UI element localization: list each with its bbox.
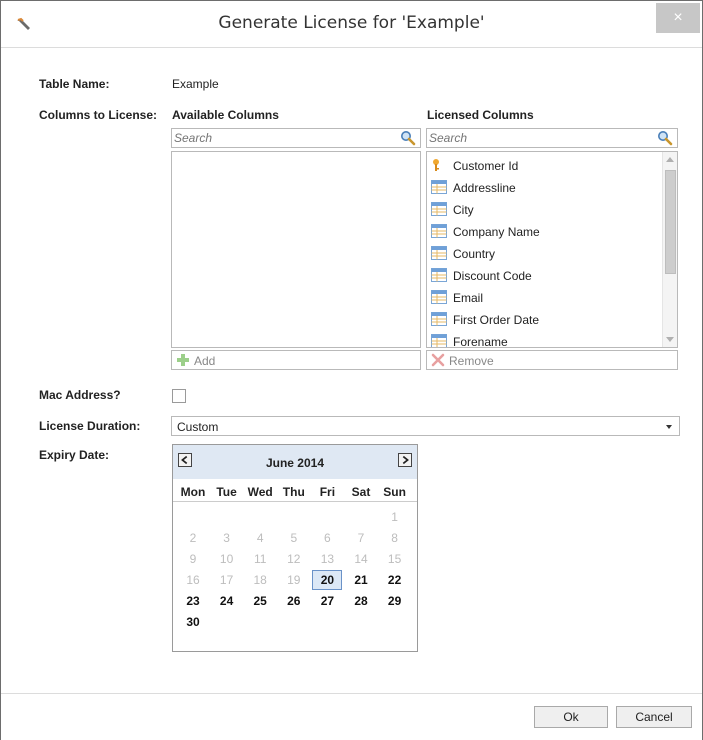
- title-bar: Generate License for 'Example' ×: [1, 1, 702, 48]
- license-duration-value: Custom: [177, 420, 219, 434]
- column-icon: [431, 334, 447, 347]
- available-columns-list[interactable]: [171, 151, 421, 348]
- available-columns-header: Available Columns: [172, 108, 279, 122]
- column-icon: [431, 180, 447, 194]
- calendar-day: 18: [253, 573, 267, 587]
- search-icon[interactable]: [400, 130, 416, 146]
- add-button-label: Add: [194, 354, 216, 368]
- calendar-day[interactable]: 20: [312, 570, 343, 590]
- calendar-month-label: June 2014: [265, 456, 325, 470]
- column-icon: [431, 224, 447, 238]
- licensed-column-label: Company Name: [453, 225, 540, 239]
- calendar-day: 11: [253, 552, 267, 566]
- column-icon: [431, 290, 447, 304]
- calendar-day: 13: [320, 552, 335, 566]
- calendar-day: 14: [354, 552, 368, 566]
- mac-address-checkbox[interactable]: [172, 389, 186, 403]
- licensed-column-label: Forename: [453, 335, 508, 348]
- calendar-day[interactable]: 28: [346, 591, 376, 611]
- calendar-day: 1: [391, 510, 398, 524]
- expiry-date-calendar: June 2014 Mon Tue Wed Thu Fri Sat Sun 12345678…: [172, 444, 418, 652]
- calendar-day: 15: [387, 552, 402, 566]
- calendar-day: 6: [324, 531, 331, 545]
- dialog-title: Generate License for 'Example': [218, 13, 485, 33]
- weekday-label: Wed: [247, 485, 273, 499]
- licensed-column-label: Customer Id: [453, 159, 519, 173]
- weekday-label: Fri: [319, 485, 336, 499]
- calendar-day: 7: [357, 531, 365, 545]
- chevron-down-icon: [666, 425, 672, 429]
- mac-address-label: Mac Address?: [39, 388, 121, 402]
- calendar-day: 8: [391, 531, 398, 545]
- scroll-up-icon[interactable]: [666, 157, 674, 162]
- weekday-label: Thu: [282, 485, 305, 499]
- calendar-day[interactable]: 25: [245, 591, 275, 611]
- weekday-label: Mon: [180, 485, 206, 499]
- calendar-day[interactable]: 24: [212, 591, 242, 611]
- licensed-search-field[interactable]: [426, 128, 678, 148]
- weekday-label: Tue: [216, 485, 237, 499]
- calendar-day[interactable]: 27: [312, 591, 342, 611]
- calendar-day[interactable]: 22: [380, 570, 410, 590]
- column-icon: [431, 246, 447, 260]
- calendar-day: 9: [189, 552, 197, 566]
- plus-icon: [177, 354, 189, 366]
- next-month-button[interactable]: [398, 453, 412, 467]
- licensed-column-label: First Order Date: [453, 313, 540, 327]
- remove-button-label: Remove: [449, 354, 494, 368]
- remove-button[interactable]: Remove: [426, 350, 678, 370]
- calendar-day: 5: [290, 531, 298, 545]
- column-icon: [431, 312, 447, 326]
- weekday-header-row: Mon Tue Wed Thu Fri Sat Sun: [173, 481, 417, 502]
- calendar-day[interactable]: 29: [380, 591, 410, 611]
- expiry-date-label: Expiry Date:: [39, 448, 110, 462]
- calendar-day: 2: [189, 531, 197, 545]
- licensed-column-label: Discount Code: [453, 269, 532, 283]
- table-name-value: Example: [172, 77, 219, 91]
- calendar-day: 3: [223, 531, 230, 545]
- ok-button[interactable]: Ok: [534, 706, 608, 728]
- calendar-day[interactable]: 23: [178, 591, 208, 611]
- available-search-field[interactable]: [171, 128, 421, 148]
- licensed-columns-header: Licensed Columns: [427, 108, 534, 122]
- licensed-search-input[interactable]: [429, 131, 629, 145]
- table-name-label: Table Name:: [39, 77, 110, 91]
- cancel-button[interactable]: Cancel: [616, 706, 692, 728]
- dialog-footer: Ok Cancel: [1, 693, 702, 740]
- calendar-day: 17: [219, 573, 234, 587]
- license-duration-label: License Duration:: [39, 419, 141, 433]
- close-icon: ×: [673, 9, 683, 26]
- column-icon: [431, 202, 447, 216]
- licensed-column-label: Addressline: [453, 181, 516, 195]
- scrollbar-thumb[interactable]: [665, 170, 676, 274]
- calendar-day[interactable]: 26: [279, 591, 309, 611]
- licensed-column-label: City: [453, 203, 474, 217]
- calendar-day[interactable]: 30: [178, 612, 208, 632]
- licensed-column-label: Country: [453, 247, 496, 261]
- scroll-down-icon[interactable]: [666, 337, 674, 342]
- calendar-day: 4: [256, 531, 264, 545]
- key-icon: [433, 159, 439, 171]
- add-button[interactable]: Add: [171, 350, 421, 370]
- licensed-column-label: Email: [453, 291, 484, 305]
- remove-x-icon: [431, 353, 445, 367]
- calendar-day: 16: [186, 573, 200, 587]
- licensed-columns-list[interactable]: Forename First Order Date Email Discount Co…: [426, 151, 678, 348]
- license-duration-select[interactable]: Custom: [171, 416, 680, 436]
- calendar-day: 19: [287, 573, 301, 587]
- column-icon: [431, 268, 447, 282]
- search-icon[interactable]: [657, 130, 673, 146]
- licensed-list-scrollbar[interactable]: [662, 152, 677, 347]
- generate-license-dialog: Generate License for 'Example' × Table N…: [0, 0, 703, 740]
- weekday-label: Sat: [351, 485, 371, 499]
- calendar-day: 12: [287, 552, 301, 566]
- calendar-day: 10: [219, 552, 234, 566]
- weekday-label: Sun: [383, 485, 406, 499]
- close-button[interactable]: ×: [656, 3, 700, 33]
- available-search-input[interactable]: [174, 131, 374, 145]
- columns-to-license-label: Columns to License:: [39, 108, 158, 122]
- calendar-day[interactable]: 21: [346, 570, 376, 590]
- calendar-header: June 2014: [173, 445, 417, 479]
